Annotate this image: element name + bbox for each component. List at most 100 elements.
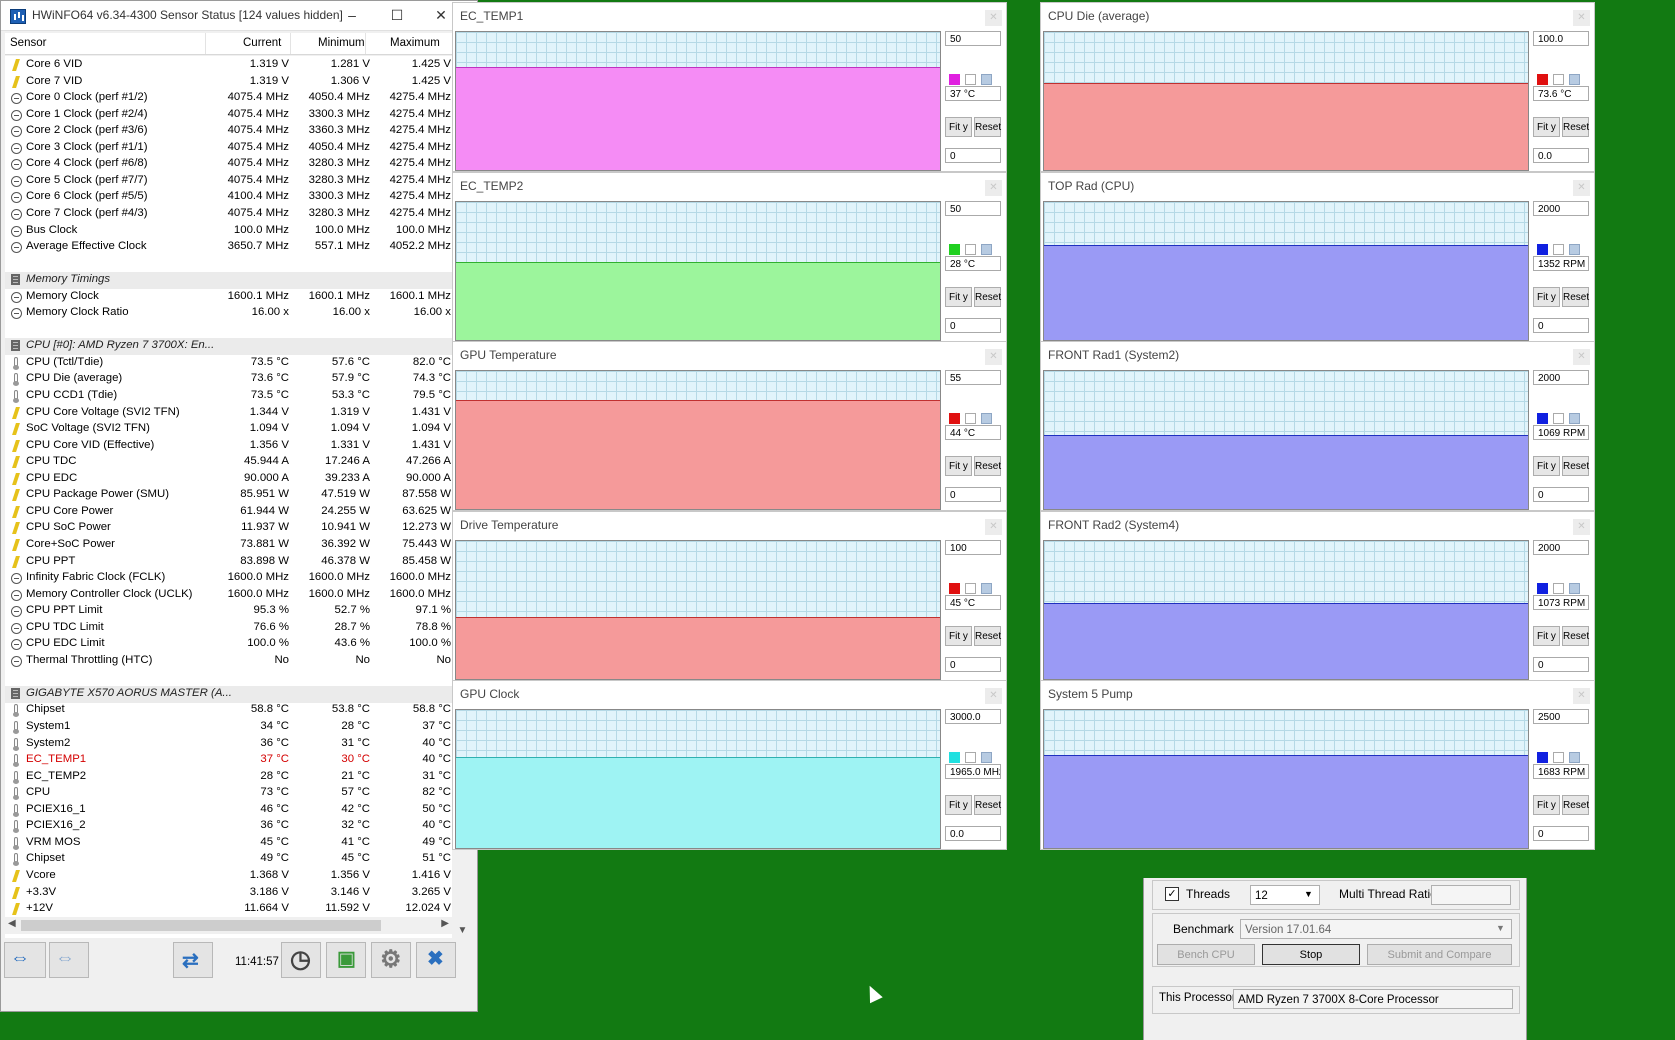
scroll-left-arrow-icon[interactable]: ◀ [8,918,16,929]
graph-window[interactable]: FRONT Rad1 (System2) ✕ 2000 1069 RPM Fit y Re… [1040,341,1595,511]
graph-min-field[interactable]: 0 [945,487,1001,502]
background-swatch-icon[interactable] [1553,413,1564,424]
graph-max-field[interactable]: 2000 [1533,201,1589,216]
reset-button[interactable]: Reset [974,287,1001,307]
sensor-row[interactable]: System1 34 °C 28 °C 37 °C [5,719,452,736]
graph-max-field[interactable]: 100 [945,540,1001,555]
sensor-row[interactable]: Vcore 1.368 V 1.356 V 1.416 V [5,868,452,885]
sensor-row[interactable]: CPU Package Power (SMU) 85.951 W 47.519 W 8… [5,487,452,504]
reset-button[interactable]: Reset [1562,287,1589,307]
sensor-row[interactable]: Average Effective Clock 3650.7 MHz 557.1 M… [5,239,452,256]
grid-swatch-icon[interactable] [981,74,992,85]
graph-min-field[interactable]: 0.0 [1533,148,1589,163]
sensor-list[interactable]: Core 6 VID 1.319 V 1.281 V 1.425 V Core 7 VI… [5,56,452,938]
sensor-row[interactable]: SoC Voltage (SVI2 TFN) 1.094 V 1.094 V 1.09… [5,421,452,438]
fit-y-button[interactable]: Fit y [945,626,972,646]
background-swatch-icon[interactable] [965,244,976,255]
graph-close-icon[interactable]: ✕ [985,10,1002,26]
graph-max-field[interactable]: 100.0 [1533,31,1589,46]
scroll-down-arrow-icon[interactable]: ▼ [454,925,471,936]
sensor-row[interactable]: CPU PPT 83.898 W 46.378 W 85.458 W [5,554,452,571]
graph-close-icon[interactable]: ✕ [1573,688,1590,704]
sensor-row[interactable]: Core 1 Clock (perf #2/4) 4075.4 MHz 3300.3… [5,107,452,124]
sensor-row[interactable]: CPU (Tctl/Tdie) 73.5 °C 57.6 °C 82.0 °C [5,355,452,372]
settings-gear-icon[interactable]: ⚙ [371,942,411,978]
fit-y-button[interactable]: Fit y [945,117,972,137]
reset-button[interactable]: Reset [974,456,1001,476]
graph-min-field[interactable]: 0 [1533,657,1589,672]
background-swatch-icon[interactable] [1553,752,1564,763]
sensor-row[interactable]: EC_TEMP1 37 °C 30 °C 40 °C [5,752,452,769]
grid-swatch-icon[interactable] [981,583,992,594]
fit-y-button[interactable]: Fit y [1533,117,1560,137]
sensor-row[interactable]: Core 2 Clock (perf #3/6) 4075.4 MHz 3360.3… [5,123,452,140]
graph-min-field[interactable]: 0 [1533,826,1589,841]
sensor-row[interactable]: CPU TDC 45.944 A 17.246 A 47.266 A [5,454,452,471]
bench-cpu-button[interactable]: Bench CPU [1157,944,1255,965]
sensor-group-row[interactable]: CPU [#0]: AMD Ryzen 7 3700X: En... [5,338,452,356]
color-swatch-icon[interactable] [949,244,960,255]
graph-window[interactable]: EC_TEMP2 ✕ 50 28 °C Fit y Reset 0 [452,172,1007,342]
grid-swatch-icon[interactable] [981,413,992,424]
sensor-row[interactable]: PCIEX16_2 36 °C 32 °C 40 °C [5,818,452,835]
sensor-row[interactable]: CPU TDC Limit 76.6 % 28.7 % 78.8 % [5,620,452,637]
sensor-row[interactable]: Core 7 Clock (perf #4/3) 4075.4 MHz 3280.3… [5,206,452,223]
grid-swatch-icon[interactable] [1569,752,1580,763]
threads-checkbox[interactable]: ✓ [1165,887,1179,901]
sensor-row[interactable]: Infinity Fabric Clock (FCLK) 1600.0 MHz 16… [5,570,452,587]
color-swatch-icon[interactable] [1537,244,1548,255]
color-swatch-icon[interactable] [949,583,960,594]
stop-button[interactable]: Stop [1262,944,1360,965]
background-swatch-icon[interactable] [965,74,976,85]
sensor-row[interactable]: VRM MOS 45 °C 41 °C 49 °C [5,835,452,852]
version-chevron-down-icon[interactable]: ▼ [1496,923,1505,933]
sensor-row[interactable]: Chipset 49 °C 45 °C 51 °C [5,851,452,868]
graph-max-field[interactable]: 2500 [1533,709,1589,724]
sensor-row[interactable]: Core 6 VID 1.319 V 1.281 V 1.425 V [5,57,452,74]
sensor-row[interactable]: CPU EDC Limit 100.0 % 43.6 % 100.0 % [5,636,452,653]
hscroll-thumb[interactable] [21,920,381,931]
sensor-row[interactable]: +3.3V 3.186 V 3.146 V 3.265 V [5,885,452,902]
reset-button[interactable]: Reset [974,626,1001,646]
graph-close-icon[interactable]: ✕ [985,180,1002,196]
fit-y-button[interactable]: Fit y [945,456,972,476]
graph-min-field[interactable]: 0.0 [945,826,1001,841]
nav-left-right-icon[interactable]: ⇔ [4,942,46,978]
color-swatch-icon[interactable] [949,74,960,85]
graph-max-field[interactable]: 2000 [1533,540,1589,555]
sensor-row[interactable]: CPU Core Power 61.944 W 24.255 W 63.625 W [5,504,452,521]
sensor-row[interactable]: Chipset 58.8 °C 53.8 °C 58.8 °C [5,702,452,719]
reset-button[interactable]: Reset [1562,456,1589,476]
graph-window[interactable]: System 5 Pump ✕ 2500 1683 RPM Fit y Reset 0 [1040,680,1595,850]
background-swatch-icon[interactable] [1553,583,1564,594]
sensor-row[interactable]: Core 5 Clock (perf #7/7) 4075.4 MHz 3280.3… [5,173,452,190]
graph-min-field[interactable]: 0 [945,148,1001,163]
sensor-row[interactable]: Core+SoC Power 73.881 W 36.392 W 75.443 W [5,537,452,554]
close-sensors-icon[interactable]: ✖ [416,942,456,978]
sensor-row[interactable]: System2 36 °C 31 °C 40 °C [5,736,452,753]
fit-y-button[interactable]: Fit y [1533,795,1560,815]
sensor-row[interactable]: Core 4 Clock (perf #6/8) 4075.4 MHz 3280.3… [5,156,452,173]
fit-y-button[interactable]: Fit y [945,795,972,815]
horizontal-scrollbar[interactable]: ◀ ▶ [5,917,452,934]
color-swatch-icon[interactable] [1537,413,1548,424]
graph-window[interactable]: GPU Temperature ✕ 55 44 °C Fit y Reset 0 [452,341,1007,511]
reset-button[interactable]: Reset [974,795,1001,815]
graph-close-icon[interactable]: ✕ [985,688,1002,704]
sensor-row[interactable]: PCIEX16_1 46 °C 42 °C 50 °C [5,802,452,819]
graph-close-icon[interactable]: ✕ [1573,10,1590,26]
reset-button[interactable]: Reset [974,117,1001,137]
sensor-row[interactable]: CPU Core Voltage (SVI2 TFN) 1.344 V 1.319 … [5,405,452,422]
minimize-button[interactable]: – [337,4,367,26]
graph-max-field[interactable]: 3000.0 [945,709,1001,724]
submit-compare-button[interactable]: Submit and Compare [1367,944,1512,965]
graph-close-icon[interactable]: ✕ [1573,349,1590,365]
grid-swatch-icon[interactable] [981,244,992,255]
graph-window[interactable]: CPU Die (average) ✕ 100.0 73.6 °C Fit y Reset… [1040,2,1595,172]
nav-collapse-icon[interactable]: ⇔ [49,942,89,978]
sensor-row[interactable]: Core 0 Clock (perf #1/2) 4075.4 MHz 4050.4… [5,90,452,107]
grid-swatch-icon[interactable] [981,752,992,763]
sensor-row[interactable]: CPU Core VID (Effective) 1.356 V 1.331 V 1.… [5,438,452,455]
background-swatch-icon[interactable] [1553,74,1564,85]
sensor-row[interactable]: Memory Clock 1600.1 MHz 1600.1 MHz 1600.1 M… [5,289,452,306]
